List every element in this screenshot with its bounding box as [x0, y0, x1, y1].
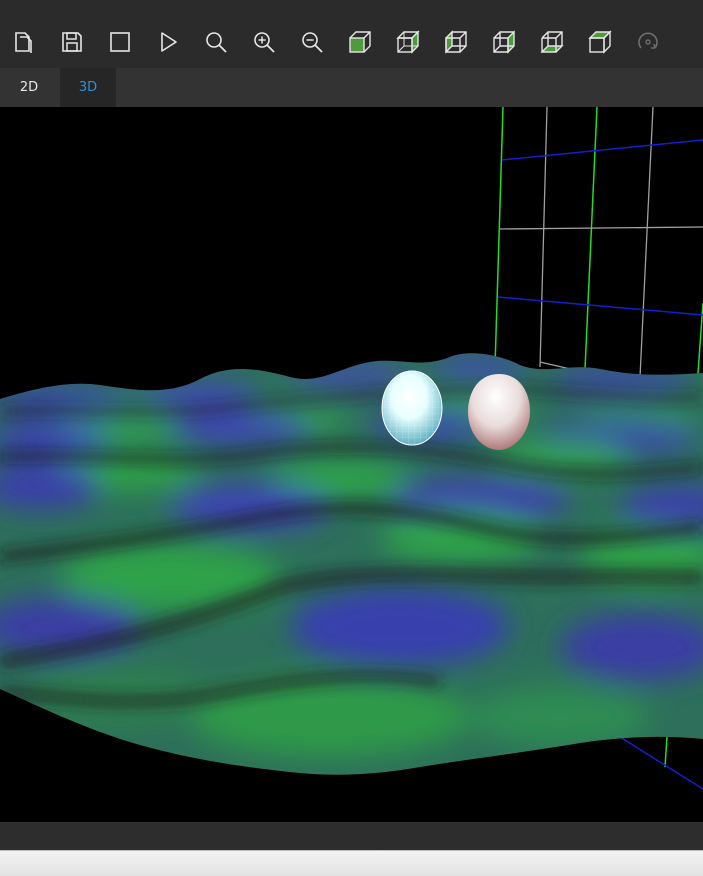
cube-view-top-icon [396, 30, 420, 54]
view-top-button[interactable] [393, 27, 423, 57]
cube-view-front-icon [349, 31, 371, 53]
save-button[interactable] [57, 27, 87, 57]
wireframe-ellipsoid [381, 370, 443, 446]
rotate-icon [638, 32, 658, 49]
main-toolbar [0, 0, 703, 68]
view-front-button[interactable] [345, 27, 375, 57]
view-tabbar: 2D 3D [0, 68, 703, 107]
cube-view-right-icon [493, 30, 515, 54]
tab-3d[interactable]: 3D [60, 68, 116, 107]
zoom-in-button[interactable] [249, 27, 279, 57]
3d-viewport[interactable] [0, 107, 703, 822]
view-left-button[interactable] [441, 27, 471, 57]
window-bottom-edge [0, 850, 703, 876]
play-button[interactable] [153, 27, 183, 57]
search-button[interactable] [201, 27, 231, 57]
rotate-button[interactable] [633, 27, 663, 57]
save-icon [62, 32, 82, 52]
cube-view-left-icon [445, 30, 467, 54]
stop-button[interactable] [105, 27, 135, 57]
zoom-in-icon [254, 32, 275, 53]
tab-2d[interactable]: 2D [1, 68, 57, 107]
zoom-out-icon [302, 32, 323, 53]
view-right-button[interactable] [489, 27, 519, 57]
play-icon [161, 32, 177, 52]
new-document-icon [15, 32, 32, 53]
zoom-out-button[interactable] [297, 27, 327, 57]
status-bar [0, 822, 703, 850]
cube-view-bottom-icon [540, 31, 564, 53]
new-document-button[interactable] [9, 27, 39, 57]
stop-icon [110, 32, 130, 52]
view-bottom-button[interactable] [537, 27, 567, 57]
cube-view-iso-icon [588, 30, 612, 54]
surface-plot [0, 353, 703, 775]
search-icon [206, 32, 227, 53]
view-iso-button[interactable] [585, 27, 615, 57]
3d-scene [0, 107, 703, 790]
